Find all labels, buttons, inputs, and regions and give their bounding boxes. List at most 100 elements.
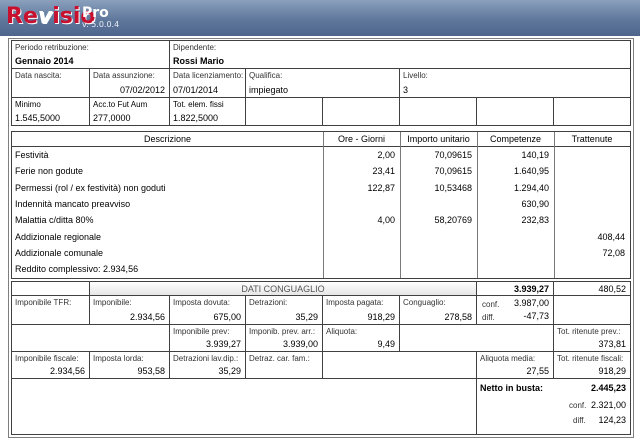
empty-cell xyxy=(477,98,554,125)
empty-cell xyxy=(323,98,400,125)
row-comp: 1.294,40 xyxy=(513,182,549,193)
payslip-sheet: Periodo retribuzione: Gennaio 2014 Dipen… xyxy=(8,38,634,438)
imp-fiscale-cell: Imponibile fiscale: 2.934,56 xyxy=(12,352,90,379)
conguaglio-title: DATI CONGUAGLIO xyxy=(90,282,477,296)
row-imp: 70,09615 xyxy=(434,166,472,177)
voci-table: Descrizione Ore - Giorni Importo unitari… xyxy=(11,131,631,279)
row-ore: 2,00 xyxy=(377,150,395,160)
col-ore-header: Ore - Giorni xyxy=(337,134,385,144)
app-version: v. 5.0.0.4 xyxy=(82,20,120,29)
col-competenze-header: Competenze xyxy=(489,134,542,144)
netto-diff-value: 124,23 xyxy=(598,415,626,425)
dipendente-cell: Dipendente: Rossi Mario xyxy=(170,41,630,69)
imp-prev-value: 3.939,27 xyxy=(205,339,241,349)
table-row: Ferie non godute 23,41 70,09615 1.640,95 xyxy=(12,165,630,180)
table-row: Addizionale comunale 72,08 xyxy=(12,247,630,262)
conguaglio-value: 278,58 xyxy=(444,312,472,322)
table-row: Permessi (rol / ex festività) non goduti… xyxy=(12,182,630,197)
empty-cell xyxy=(12,282,90,296)
imponibile-tfr-cell: Imponibile TFR: xyxy=(12,296,90,325)
conf-value: 3.987,00 xyxy=(513,298,549,308)
acc-fut-aum-cell: Acc.to Fut Aum 277,0000 xyxy=(90,98,170,125)
tot-competenze-value: 3.939,27 xyxy=(513,284,549,294)
nascita-cell: Data nascita: xyxy=(12,69,90,98)
assunzione-cell: Data assunzione: 07/02/2012 xyxy=(90,69,170,98)
conf-diff-cell: conf. 3.987,00 diff. -47,73 xyxy=(477,296,554,325)
row-desc: Addizionale regionale xyxy=(15,231,102,242)
row-comp: 232,83 xyxy=(521,215,549,226)
tot-elem-fissi-value: 1.822,5000 xyxy=(173,113,219,123)
col-descrizione-header: Descrizione xyxy=(143,134,192,144)
app-edition: Pro xyxy=(82,5,109,21)
tot-rit-fisc-cell: Tot. ritenute fiscali: 918,29 xyxy=(554,352,630,379)
tot-elem-fissi-cell: Tot. elem. fissi 1.822,5000 xyxy=(170,98,246,125)
row-comp: 140,19 xyxy=(521,150,549,160)
tot-rit-prev-value: 373,81 xyxy=(598,339,626,349)
empty-cell xyxy=(400,325,554,352)
table-row: Festività 2,00 70,09615 140,19 xyxy=(12,149,630,164)
conguaglio-section: DATI CONGUAGLIO 3.939,27 480,52 Imponibi… xyxy=(11,281,631,435)
tot-competenze-cell: 3.939,27 xyxy=(477,282,554,296)
empty-cell xyxy=(323,352,477,379)
periodo-value: Gennaio 2014 xyxy=(15,56,74,66)
row-desc: Permessi (rol / ex festività) non goduti xyxy=(15,182,166,193)
row-desc: Reddito complessivo: 2.934,56 xyxy=(15,264,139,275)
acc-fut-aum-value: 277,0000 xyxy=(93,113,131,123)
aliquota-media-cell: Aliquota media: 27,55 xyxy=(477,352,554,379)
aliquota-media-value: 27,55 xyxy=(526,366,549,376)
licenziamento-cell: Data licenziamento: 07/01/2014 xyxy=(170,69,246,98)
imposta-lorda-value: 953,58 xyxy=(137,366,165,376)
row-desc: Festività xyxy=(15,150,49,160)
empty-cell xyxy=(12,325,170,352)
table-row: Reddito complessivo: 2.934,56 xyxy=(12,263,630,278)
table-row: Addizionale regionale 408,44 xyxy=(12,231,630,246)
tot-rit-prev-cell: Tot. ritenute prev.: 373,81 xyxy=(554,325,630,352)
app-header: Revisio Pro v. 5.0.0.4 xyxy=(0,0,640,36)
table-row: Indennità mancato preavviso 630,90 xyxy=(12,198,630,213)
row-imp: 70,09615 xyxy=(434,150,472,160)
row-comp: 630,90 xyxy=(521,198,549,209)
assunzione-value: 07/02/2012 xyxy=(119,85,165,95)
detr-lav-cell: Detrazioni lav.dip.: 35,29 xyxy=(170,352,246,379)
netto-value: 2.445,23 xyxy=(590,383,626,393)
employee-info-grid: Periodo retribuzione: Gennaio 2014 Dipen… xyxy=(11,40,631,126)
imposta-lorda-cell: Imposta lorda: 953,58 xyxy=(90,352,170,379)
detrazioni-cell: Detrazioni: 35,29 xyxy=(246,296,323,325)
dipendente-value: Rossi Mario xyxy=(173,56,225,66)
tot-rit-fisc-value: 918,29 xyxy=(598,366,626,376)
detrazioni-value: 35,29 xyxy=(295,312,318,322)
minimo-cell: Minimo 1.545,5000 xyxy=(12,98,90,125)
netto-label: Netto in busta: xyxy=(480,383,543,393)
netto-in-busta-cell: Netto in busta: 2.445,23 conf. 2.321,00 … xyxy=(480,383,626,425)
livello-value: 3 xyxy=(403,85,409,95)
row-ore: 4,00 xyxy=(377,215,395,226)
row-desc: Addizionale comunale xyxy=(15,247,104,258)
row-ore: 122,87 xyxy=(367,182,395,193)
conguaglio-cell: Conguaglio: 278,58 xyxy=(400,296,477,325)
col-trattenute-header: Trattenute xyxy=(571,134,613,144)
empty-cell xyxy=(554,296,630,325)
imposta-dovuta-value: 675,00 xyxy=(213,312,241,322)
licenziamento-value: 07/01/2014 xyxy=(173,85,219,95)
row-imp: 10,53468 xyxy=(434,182,472,193)
imposta-dovuta-cell: Imposta dovuta: 675,00 xyxy=(170,296,246,325)
imponibile-value: 2.934,56 xyxy=(129,312,165,322)
row-desc: Ferie non godute xyxy=(15,166,84,177)
row-tratt: 408,44 xyxy=(597,231,625,242)
imposta-pagata-cell: Imposta pagata: 918,29 xyxy=(323,296,400,325)
aliquota-value: 9,49 xyxy=(377,339,395,349)
empty-cell xyxy=(246,98,323,125)
aliquota-cell: Aliquota: 9,49 xyxy=(323,325,400,352)
row-imp: 58,20769 xyxy=(434,215,472,226)
imp-prev-cell: Imponibile prev: 3.939,27 xyxy=(170,325,246,352)
qualifica-value: impiegato xyxy=(249,85,289,95)
netto-conf-value: 2.321,00 xyxy=(590,400,626,410)
livello-cell: Livello: 3 xyxy=(400,69,630,98)
qualifica-cell: Qualifica: impiegato xyxy=(246,69,400,98)
row-desc: Malattia c/ditta 80% xyxy=(15,215,94,226)
table-row: Malattia c/ditta 80% 4,00 58,20769 232,83 xyxy=(12,214,630,229)
empty-cell xyxy=(12,379,477,434)
imp-fiscale-value: 2.934,56 xyxy=(49,366,85,376)
diff-value: -47,73 xyxy=(523,311,549,321)
minimo-value: 1.545,5000 xyxy=(15,113,61,123)
